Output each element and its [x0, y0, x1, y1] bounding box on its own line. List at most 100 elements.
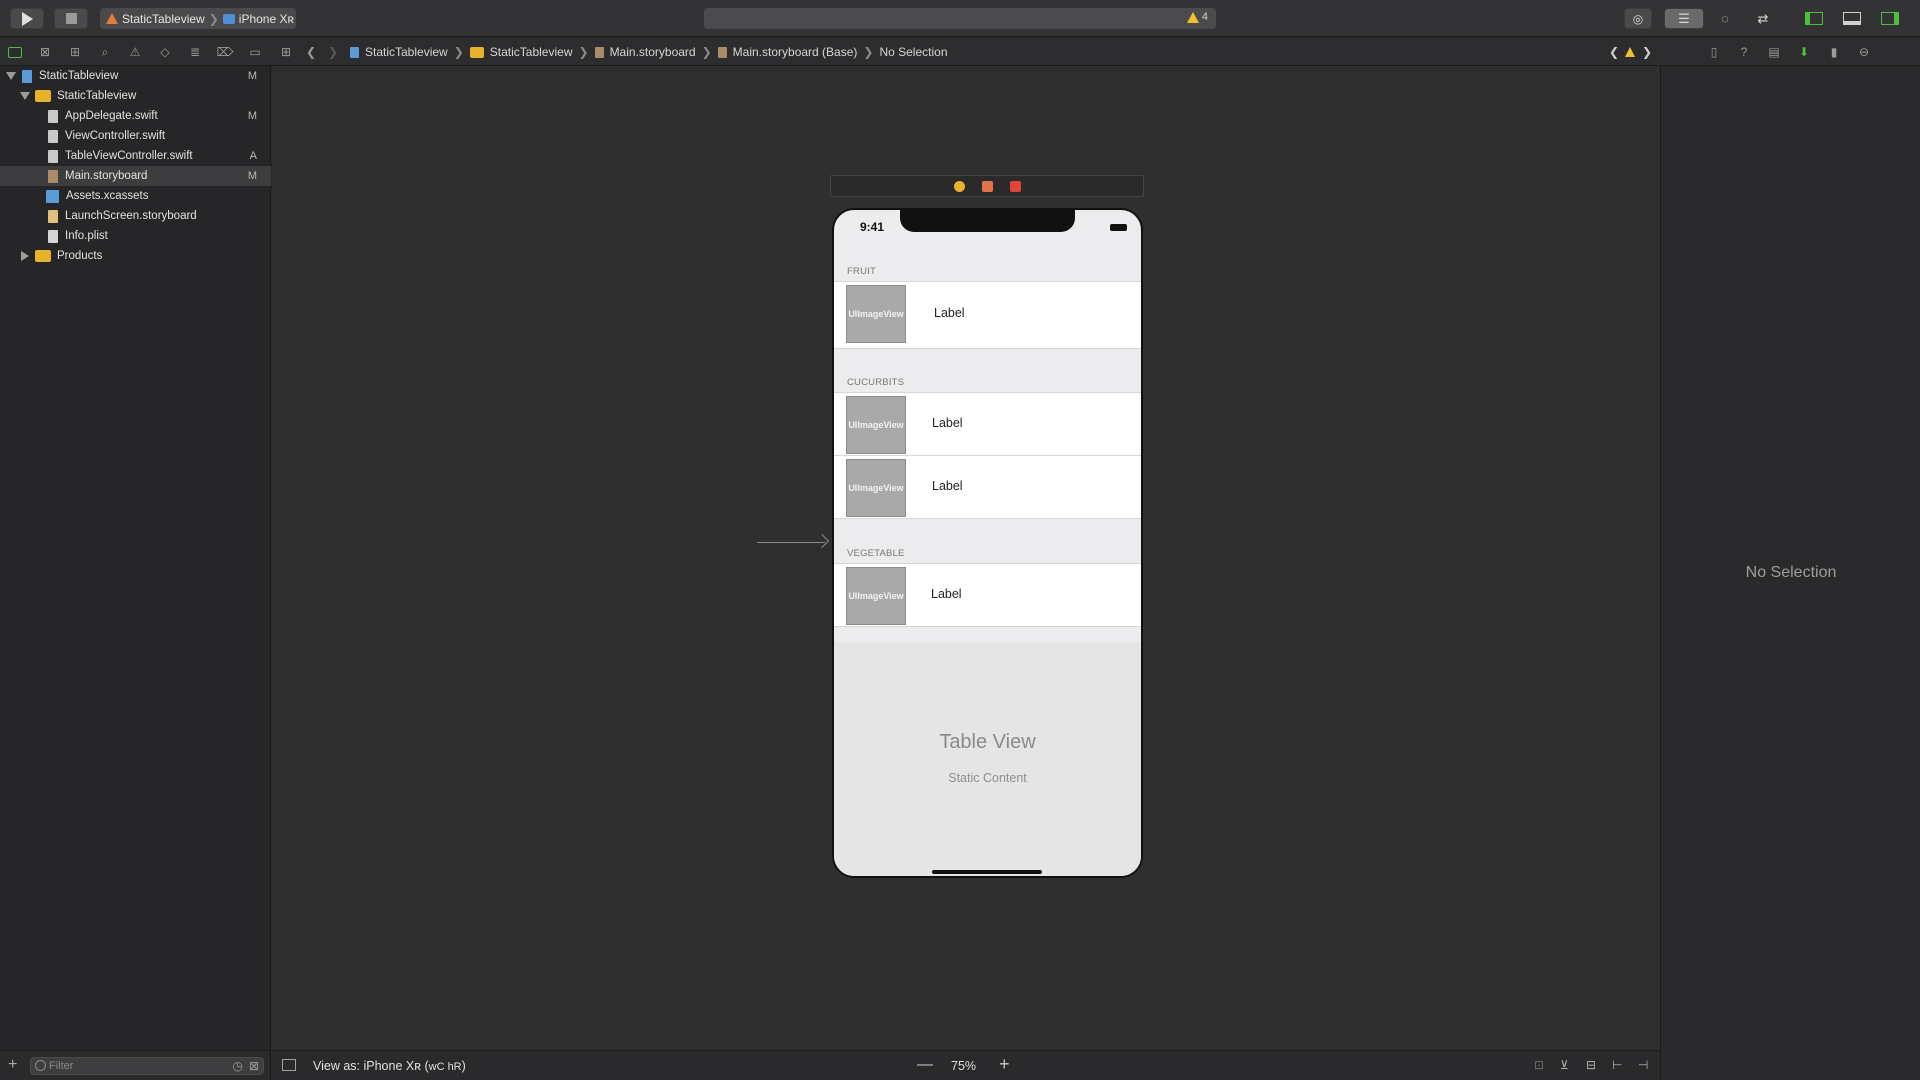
back-chevron-icon[interactable]: ❮	[303, 45, 319, 59]
table-cell[interactable]: UIImageView Label	[834, 455, 1141, 519]
disclosure-closed-icon[interactable]	[21, 251, 29, 261]
bottom-panel-icon	[1843, 12, 1861, 25]
jump-bar-item-localization[interactable]: Main.storyboard (Base)	[733, 45, 858, 59]
image-view[interactable]: UIImageView	[846, 459, 906, 517]
file-inspector-icon[interactable]: ▯	[1706, 45, 1722, 59]
tree-row-label: StaticTableview	[57, 90, 137, 102]
zoom-in-icon[interactable]: +	[999, 1054, 1010, 1075]
image-view[interactable]: UIImageView	[846, 285, 906, 343]
image-view[interactable]: UIImageView	[846, 567, 906, 625]
scheme-selector[interactable]: StaticTableview ❯ iPhone Xʀ	[100, 8, 296, 29]
exit-icon[interactable]	[1009, 180, 1021, 192]
find-navigator-search-icon[interactable]: ⌕	[97, 45, 113, 59]
add-constraints-icon[interactable]: ⊢	[1612, 1058, 1622, 1072]
table-cell[interactable]: UIImageView Label	[834, 563, 1141, 627]
identity-inspector-icon[interactable]: ▤	[1766, 45, 1782, 59]
toggle-navigator-button[interactable]	[1800, 8, 1828, 29]
chevron-right-icon: ❯	[863, 45, 874, 59]
toggle-inspector-button[interactable]	[1876, 8, 1904, 29]
tree-row-file[interactable]: Info.plist	[0, 226, 271, 246]
tree-row-file[interactable]: TableViewController.swift A	[0, 146, 271, 166]
library-button[interactable]: ◎	[1624, 8, 1652, 29]
initial-view-controller-arrow[interactable]	[757, 533, 830, 549]
table-view-empty-area[interactable]	[834, 642, 1141, 876]
zoom-out-icon[interactable]: —	[917, 1056, 933, 1074]
jump-bar-item-project[interactable]: StaticTableview	[365, 45, 448, 59]
previous-issue-chevron-icon[interactable]: ❮	[1606, 45, 1622, 59]
view-controller-icon[interactable]	[953, 180, 965, 192]
first-responder-icon[interactable]	[981, 180, 993, 192]
report-navigator-chat-icon[interactable]: ▭	[247, 45, 263, 59]
test-navigator-diamond-icon[interactable]: ◇	[157, 45, 173, 59]
jump-bar-item-selection[interactable]: No Selection	[879, 45, 947, 59]
standard-editor-button[interactable]: ☰	[1664, 8, 1704, 29]
version-editor-button[interactable]: ⇄	[1746, 8, 1780, 29]
home-indicator	[932, 870, 1042, 874]
breakpoint-navigator-tag-icon[interactable]: ⌦	[217, 45, 234, 59]
jump-bar-item-group[interactable]: StaticTableview	[490, 45, 573, 59]
filter-input[interactable]: Filter ◷ ⊠	[30, 1057, 264, 1075]
debug-navigator-icon[interactable]: ≣	[187, 45, 203, 59]
add-icon[interactable]: +	[8, 1056, 17, 1074]
tree-row-file[interactable]: ViewController.swift	[0, 126, 271, 146]
battery-icon	[1110, 224, 1127, 231]
update-frames-icon[interactable]: ⊡	[1534, 1058, 1544, 1072]
tree-row-file[interactable]: Assets.xcassets	[0, 186, 271, 206]
scm-filter-icon[interactable]: ⊠	[249, 1058, 259, 1074]
cell-label[interactable]: Label	[932, 416, 963, 430]
issue-navigator-warning-icon[interactable]: ⚠	[127, 45, 143, 59]
quick-help-icon[interactable]: ?	[1736, 45, 1752, 59]
section-header-vegetable[interactable]: VEGETABLE	[847, 548, 905, 559]
filter-placeholder: Filter	[49, 1060, 74, 1072]
tree-row-file-selected[interactable]: Main.storyboard M	[0, 166, 271, 186]
related-items-grid-icon[interactable]: ⊞	[278, 45, 294, 59]
forward-chevron-icon[interactable]: ❯	[325, 45, 341, 59]
attributes-inspector-icon[interactable]: ⬇	[1796, 45, 1812, 59]
navigator-and-jump-bar-row: ⊠ ⊞ ⌕ ⚠ ◇ ≣ ⌦ ▭ ⊞ ❮ ❯ StaticTableview ❯ …	[0, 38, 1920, 66]
document-outline-toggle-icon[interactable]	[282, 1059, 296, 1071]
table-view-controller-scene[interactable]: 9:41 FRUIT UIImageView Label CUCURBITS U…	[832, 208, 1143, 878]
zoom-level[interactable]: 75%	[951, 1059, 976, 1073]
cell-label[interactable]: Label	[934, 306, 965, 320]
project-file-icon	[22, 69, 32, 83]
project-navigator-folder-icon[interactable]	[7, 45, 23, 59]
embed-in-stack-icon[interactable]: ⊻	[1560, 1058, 1569, 1072]
swift-file-icon	[48, 109, 58, 123]
symbol-navigator-icon[interactable]: ⊞	[67, 45, 83, 59]
assistant-editor-button[interactable]: ◌	[1708, 8, 1742, 29]
align-icon[interactable]: ⊟	[1586, 1058, 1596, 1072]
chevron-right-icon: ❯	[578, 45, 589, 59]
stop-button[interactable]	[54, 8, 88, 29]
tree-row-project[interactable]: StaticTableview M	[0, 66, 271, 86]
disclosure-open-icon[interactable]	[20, 92, 30, 100]
warning-indicator[interactable]: 4	[1186, 11, 1208, 23]
source-control-navigator-icon[interactable]: ⊠	[37, 45, 53, 59]
toggle-debug-area-button[interactable]	[1838, 8, 1866, 29]
section-header-cucurbits[interactable]: CUCURBITS	[847, 377, 904, 388]
disclosure-open-icon[interactable]	[6, 72, 16, 80]
tree-row-group[interactable]: StaticTableview	[0, 86, 271, 106]
table-cell[interactable]: UIImageView Label	[834, 392, 1141, 456]
run-button[interactable]	[10, 8, 44, 29]
tree-row-file[interactable]: LaunchScreen.storyboard	[0, 206, 271, 226]
cell-label[interactable]: Label	[932, 479, 963, 493]
connections-inspector-icon[interactable]: ⊖	[1856, 45, 1872, 59]
storyboard-file-icon	[717, 46, 727, 58]
image-view[interactable]: UIImageView	[846, 396, 906, 454]
cell-label[interactable]: Label	[931, 587, 962, 601]
size-inspector-icon[interactable]: ▮	[1826, 45, 1842, 59]
filter-icon	[35, 1060, 46, 1071]
section-header-fruit[interactable]: FRUIT	[847, 266, 876, 277]
next-issue-chevron-icon[interactable]: ❯	[1639, 45, 1655, 59]
table-cell[interactable]: UIImageView Label	[834, 281, 1141, 349]
recent-files-clock-icon[interactable]: ◷	[233, 1058, 243, 1074]
jump-bar-item-file[interactable]: Main.storyboard	[610, 45, 696, 59]
issue-warning-icon[interactable]	[1622, 45, 1638, 59]
library-icon: ◎	[1632, 11, 1644, 26]
navigator-filter-bar: + Filter ◷ ⊠	[0, 1050, 271, 1080]
tree-row-group[interactable]: Products	[0, 246, 271, 266]
size-class-traits: wC hR	[428, 1061, 462, 1073]
view-as-button[interactable]: View as: iPhone Xʀ (wC hR)	[313, 1059, 466, 1073]
resolve-auto-layout-icon[interactable]: ⊣	[1638, 1058, 1648, 1072]
tree-row-file[interactable]: AppDelegate.swift M	[0, 106, 271, 126]
